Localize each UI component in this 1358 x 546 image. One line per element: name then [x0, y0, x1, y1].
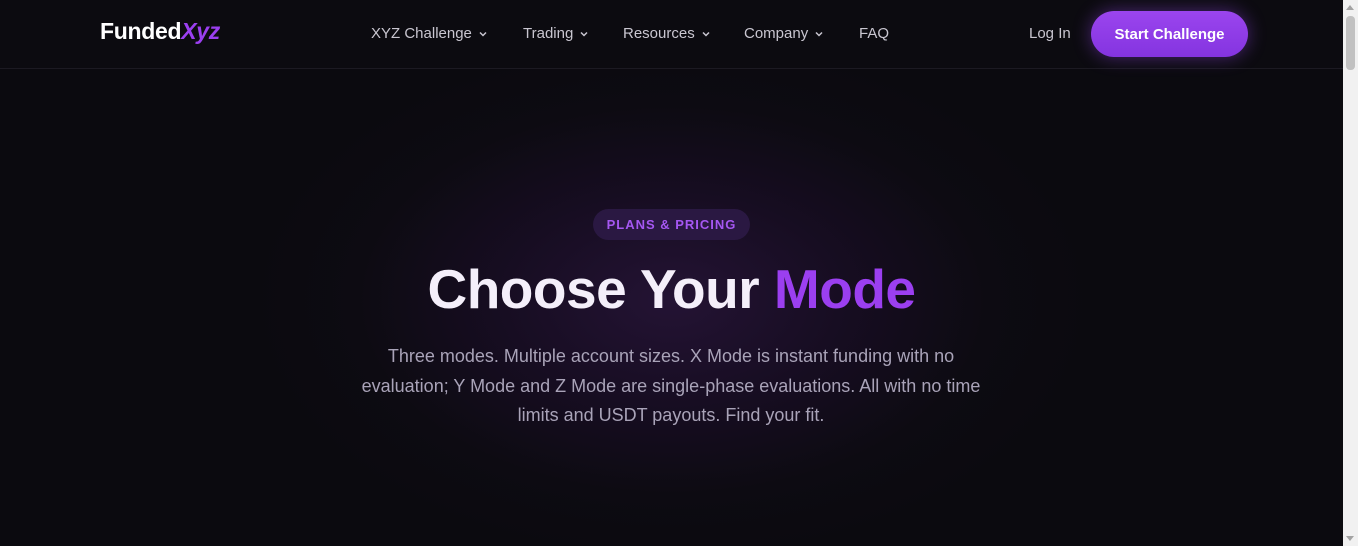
top-navbar: FundedXyz XYZ Challenge Trading Resource… [0, 0, 1343, 69]
login-link[interactable]: Log In [1029, 25, 1071, 42]
start-challenge-button[interactable]: Start Challenge [1091, 11, 1248, 57]
scroll-up-arrow-icon[interactable] [1346, 5, 1354, 10]
nav-faq[interactable]: FAQ [859, 25, 889, 42]
hero-title-main: Choose Your [427, 258, 774, 320]
hero-title: Choose Your Mode [0, 257, 1343, 321]
nav-resources[interactable]: Resources [623, 25, 711, 42]
nav-label: Company [744, 25, 809, 42]
nav-label: Trading [523, 25, 574, 42]
scroll-down-arrow-icon[interactable] [1346, 536, 1354, 541]
hero-subtitle: Three modes. Multiple account sizes. X M… [361, 346, 981, 425]
nav-label: Resources [623, 25, 695, 42]
chevron-down-icon [701, 29, 711, 39]
chevron-down-icon [478, 29, 488, 39]
nav-trading[interactable]: Trading [523, 25, 589, 42]
hero-title-accent: Mode [773, 258, 916, 320]
nav-label: XYZ Challenge [371, 25, 472, 42]
logo[interactable]: FundedXyz [100, 18, 220, 45]
logo-text-funded: Funded [100, 18, 182, 44]
nav-label: FAQ [859, 25, 890, 42]
logo-text-xyz: Xyz [181, 18, 220, 44]
nav-company[interactable]: Company [744, 25, 824, 42]
chevron-down-icon [814, 29, 824, 39]
plans-pricing-badge: PLANS & PRICING [593, 209, 750, 240]
scrollbar-thumb[interactable] [1346, 16, 1355, 70]
nav-xyz-challenge[interactable]: XYZ Challenge [371, 25, 488, 42]
page: FundedXyz XYZ Challenge Trading Resource… [0, 0, 1343, 546]
chevron-down-icon [579, 29, 589, 39]
vertical-scrollbar[interactable] [1343, 0, 1358, 546]
